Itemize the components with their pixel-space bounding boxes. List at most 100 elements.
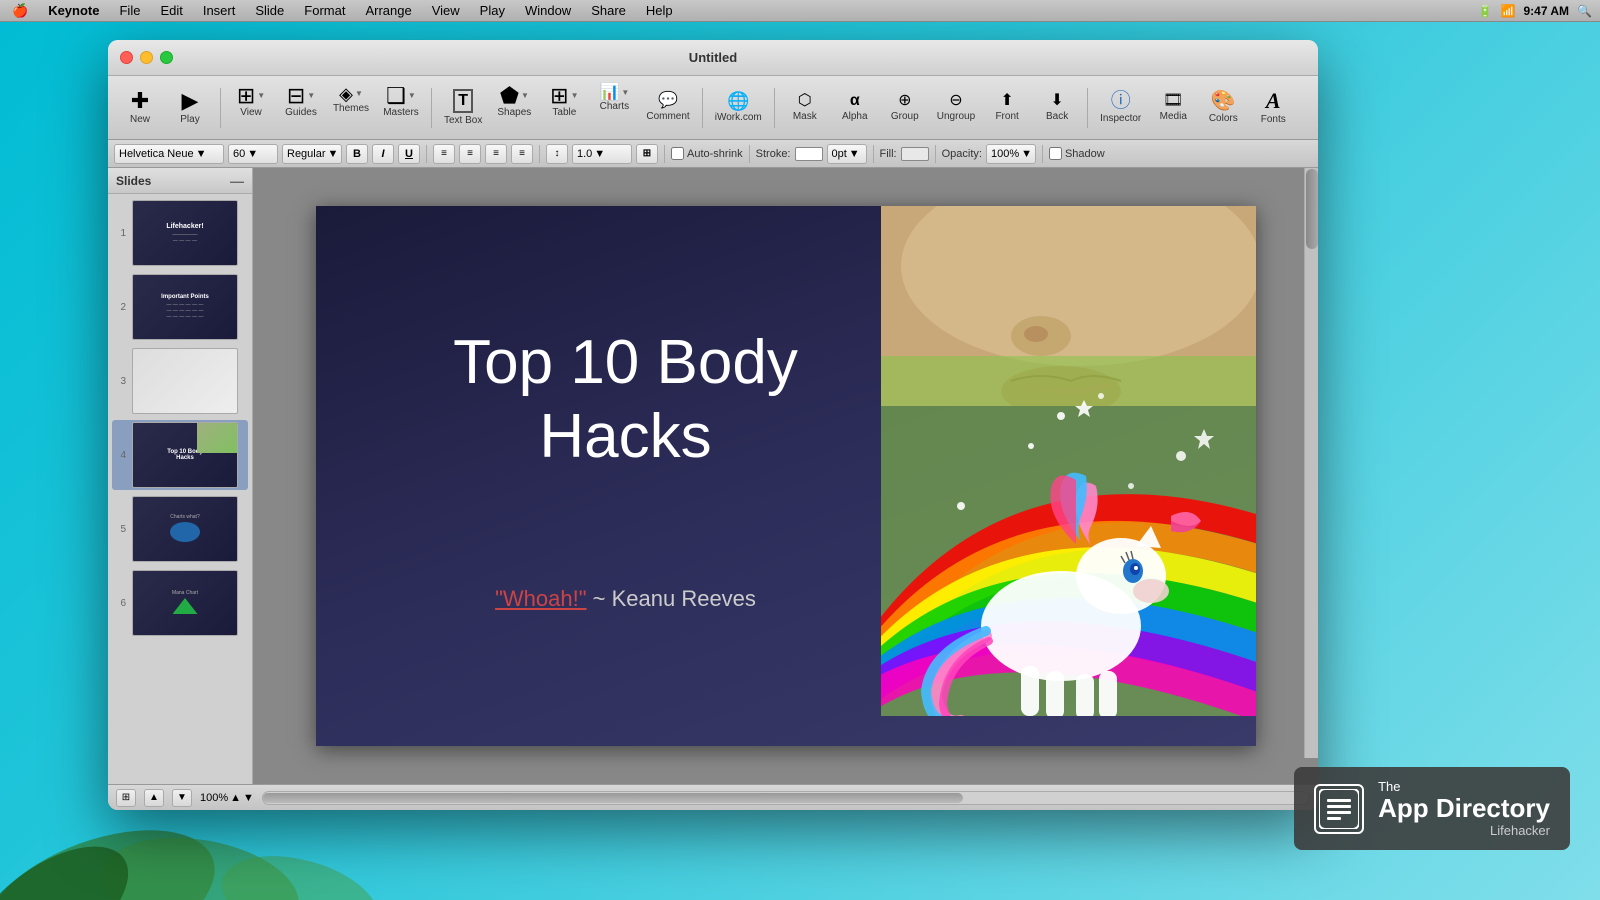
shadow-checkbox[interactable]: Shadow bbox=[1049, 147, 1105, 160]
inspector-button[interactable]: ⓘ Inspector bbox=[1094, 81, 1147, 135]
opacity-select[interactable]: 100% ▼ bbox=[986, 144, 1036, 164]
new-button[interactable]: ✚ New bbox=[116, 81, 164, 135]
slide-item-4[interactable]: 4 Top 10 Body Hacks bbox=[112, 420, 248, 490]
horizontal-scrollbar[interactable] bbox=[262, 791, 1310, 805]
zoom-control[interactable]: 100% ▲ ▼ bbox=[200, 792, 254, 804]
slides-collapse-button[interactable]: — bbox=[230, 173, 244, 189]
keynote-window: Untitled ✚ New ▶ Play ⊞ ▼ View ⊟ ▼ Guide… bbox=[108, 40, 1318, 810]
align-center-button[interactable]: ≡ bbox=[459, 144, 481, 164]
inspector-icon: ⓘ bbox=[1111, 91, 1131, 111]
slide-list: 1 Lifehacker! ————— — — — — 2 Impo bbox=[108, 194, 252, 784]
format-separator-5 bbox=[873, 145, 874, 163]
align-right-button[interactable]: ≡ bbox=[485, 144, 507, 164]
slide-title-line1: Top 10 Body bbox=[453, 328, 798, 397]
stroke-color-box[interactable] bbox=[795, 147, 823, 161]
toolbar-separator-5 bbox=[1087, 88, 1088, 128]
play-button[interactable]: ▶ Play bbox=[166, 81, 214, 135]
menu-window[interactable]: Window bbox=[521, 0, 575, 21]
menu-file[interactable]: File bbox=[115, 0, 144, 21]
stroke-size-select[interactable]: 0pt ▼ bbox=[827, 144, 867, 164]
front-button[interactable]: ⬆ Front bbox=[983, 81, 1031, 135]
masters-button[interactable]: ❑ ▼ Masters bbox=[377, 81, 425, 135]
charts-button[interactable]: 📊 ▼ Charts bbox=[590, 81, 638, 135]
slide-item-1[interactable]: 1 Lifehacker! ————— — — — — bbox=[112, 198, 248, 268]
fill-color-box[interactable] bbox=[901, 147, 929, 161]
align-justify-button[interactable]: ≡ bbox=[511, 144, 533, 164]
slide-image-area bbox=[881, 206, 1256, 716]
close-button[interactable] bbox=[120, 51, 133, 64]
ungroup-icon: ⊖ bbox=[949, 93, 962, 109]
main-content: Slides — 1 Lifehacker! ————— — — — — bbox=[108, 168, 1318, 784]
textbox-button[interactable]: T Text Box bbox=[438, 81, 488, 135]
line-spacing-arrow: ▼ bbox=[594, 148, 605, 160]
font-style-select[interactable]: Regular ▼ bbox=[282, 144, 342, 164]
menu-help[interactable]: Help bbox=[642, 0, 677, 21]
shapes-dropdown-arrow: ▼ bbox=[521, 91, 529, 100]
table-button[interactable]: ⊞ ▼ Table bbox=[540, 81, 588, 135]
themes-button[interactable]: ◈ ▼ Themes bbox=[327, 81, 375, 135]
apple-menu[interactable]: 🍎 bbox=[8, 0, 32, 21]
menubar: 🍎 Keynote File Edit Insert Slide Format … bbox=[0, 0, 1600, 22]
alpha-button[interactable]: α Alpha bbox=[831, 81, 879, 135]
underline-button[interactable]: U bbox=[398, 144, 420, 164]
menu-insert[interactable]: Insert bbox=[199, 0, 240, 21]
media-button[interactable]: 🎞 Media bbox=[1149, 81, 1197, 135]
search-icon[interactable]: 🔍 bbox=[1577, 4, 1592, 18]
zoom-value: 100% bbox=[200, 792, 228, 804]
bold-button[interactable]: B bbox=[346, 144, 368, 164]
autoshrink-checkbox[interactable]: Auto-shrink bbox=[671, 147, 743, 160]
shadow-check[interactable] bbox=[1049, 147, 1062, 160]
view-dropdown-arrow: ▼ bbox=[257, 91, 265, 100]
menu-play[interactable]: Play bbox=[476, 0, 509, 21]
autoshrink-check[interactable] bbox=[671, 147, 684, 160]
slide-canvas-area[interactable]: Top 10 Body Hacks "Whoah!" ~ Keanu Reeve… bbox=[253, 168, 1318, 784]
slide-thumbnail-6: Mana Chart bbox=[132, 570, 238, 636]
italic-button[interactable]: I bbox=[372, 144, 394, 164]
zoom-stepper-down[interactable]: ▼ bbox=[243, 792, 254, 804]
font-family-select[interactable]: Helvetica Neue ▼ bbox=[114, 144, 224, 164]
group-button[interactable]: ⊕ Group bbox=[881, 81, 929, 135]
menu-share[interactable]: Share bbox=[587, 0, 630, 21]
slide-view-stepper-down[interactable]: ▼ bbox=[172, 789, 192, 807]
columns-button[interactable]: ⊞ bbox=[636, 144, 658, 164]
fonts-button[interactable]: A Fonts bbox=[1249, 81, 1297, 135]
app-menu-keynote[interactable]: Keynote bbox=[44, 0, 103, 21]
vertical-scrollbar[interactable] bbox=[1304, 168, 1318, 758]
toolbar-separator-1 bbox=[220, 88, 221, 128]
line-spacing-select[interactable]: 1.0 ▼ bbox=[572, 144, 632, 164]
slide-thumbnail-4: Top 10 Body Hacks bbox=[132, 422, 238, 488]
colors-button[interactable]: 🎨 Colors bbox=[1199, 81, 1247, 135]
align-left-button[interactable]: ≡ bbox=[433, 144, 455, 164]
menu-edit[interactable]: Edit bbox=[156, 0, 186, 21]
minimize-button[interactable] bbox=[140, 51, 153, 64]
maximize-button[interactable] bbox=[160, 51, 173, 64]
guides-button[interactable]: ⊟ ▼ Guides bbox=[277, 81, 325, 135]
font-size-select[interactable]: 60 ▼ bbox=[228, 144, 278, 164]
format-separator-4 bbox=[749, 145, 750, 163]
view-button[interactable]: ⊞ ▼ View bbox=[227, 81, 275, 135]
iwork-button[interactable]: 🌐 iWork.com bbox=[709, 81, 768, 135]
comment-button[interactable]: 💬 Comment bbox=[640, 81, 695, 135]
slide-thumbnail-1: Lifehacker! ————— — — — — bbox=[132, 200, 238, 266]
menu-format[interactable]: Format bbox=[300, 0, 349, 21]
slide-view-stepper-up[interactable]: ▲ bbox=[144, 789, 164, 807]
menu-slide[interactable]: Slide bbox=[251, 0, 288, 21]
scroll-thumb[interactable] bbox=[1306, 169, 1318, 249]
back-button[interactable]: ⬇ Back bbox=[1033, 81, 1081, 135]
slide-main-title: Top 10 Body Hacks bbox=[366, 326, 886, 475]
slide-item-6[interactable]: 6 Mana Chart bbox=[112, 568, 248, 638]
slide-item-2[interactable]: 2 Important Points — — — — — — — — — — —… bbox=[112, 272, 248, 342]
battery-icon: 🔋 bbox=[1478, 4, 1493, 18]
group-label: Group bbox=[891, 111, 919, 122]
shapes-button[interactable]: ⬟ ▼ Shapes bbox=[490, 81, 538, 135]
menu-view[interactable]: View bbox=[428, 0, 464, 21]
horizontal-scrollbar-thumb[interactable] bbox=[263, 793, 963, 803]
mask-button[interactable]: ⬡ Mask bbox=[781, 81, 829, 135]
slide-item-3[interactable]: 3 bbox=[112, 346, 248, 416]
menu-arrange[interactable]: Arrange bbox=[361, 0, 415, 21]
line-spacing-button[interactable]: ↕ bbox=[546, 144, 568, 164]
zoom-stepper-up[interactable]: ▲ bbox=[230, 792, 241, 804]
ungroup-button[interactable]: ⊖ Ungroup bbox=[931, 81, 981, 135]
slide-view-toggle[interactable]: ⊞ bbox=[116, 789, 136, 807]
slide-item-5[interactable]: 5 Charts what? bbox=[112, 494, 248, 564]
